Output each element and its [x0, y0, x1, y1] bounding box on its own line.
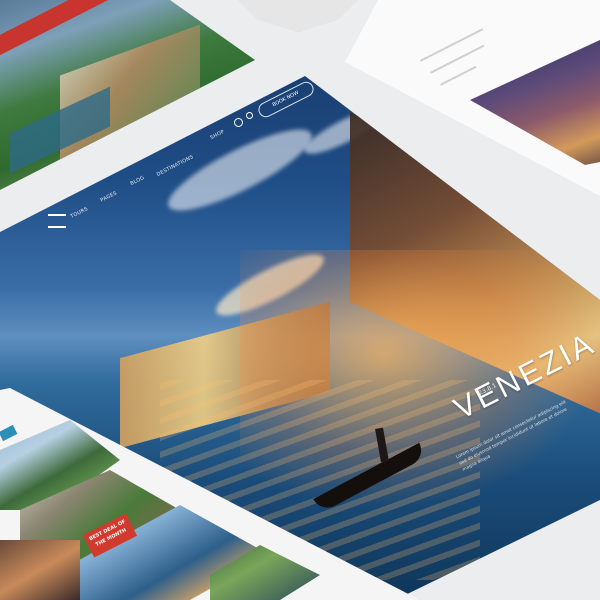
- tour-photo-city: [0, 540, 80, 600]
- mockup-scene: TOURS PAGES BLOG DESTINATIONS SHOP BOOK …: [0, 0, 600, 600]
- user-icon[interactable]: [234, 118, 243, 127]
- site-logo[interactable]: [48, 214, 66, 228]
- search-icon[interactable]: [246, 112, 253, 119]
- text-line: [420, 28, 484, 62]
- text-line: [440, 65, 477, 86]
- cloud: [159, 115, 321, 225]
- night-city-photo: [470, 40, 600, 165]
- header-strip: [0, 0, 115, 57]
- website-preview-small: [238, 0, 358, 32]
- text-line: [430, 44, 485, 74]
